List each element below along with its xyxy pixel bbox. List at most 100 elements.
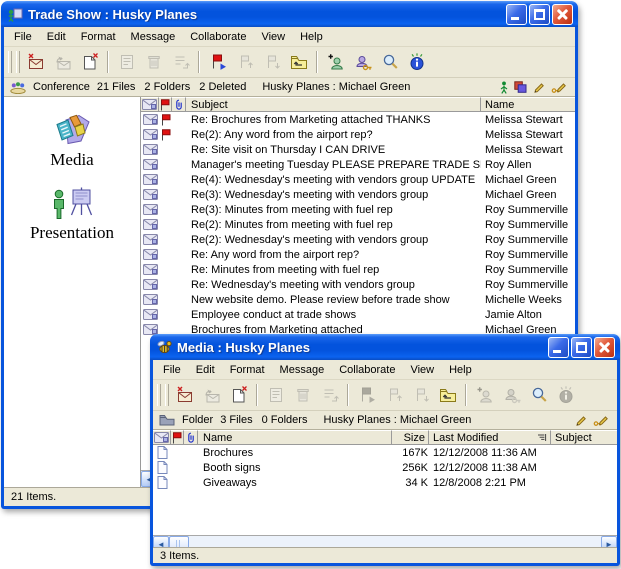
trade-show-titlebar[interactable]: Trade Show : Husky Planes — [1, 1, 578, 27]
close-button[interactable] — [594, 337, 615, 358]
menu-format[interactable]: Format — [223, 362, 273, 378]
menu-message[interactable]: Message — [273, 362, 333, 378]
new-document-button[interactable] — [226, 383, 251, 408]
maximize-button[interactable] — [529, 4, 550, 25]
subject-column-header[interactable]: Subject — [186, 97, 481, 112]
message-sender: Roy Summerville — [481, 249, 575, 261]
close-button[interactable] — [552, 4, 573, 25]
signature-pencil-icon[interactable] — [593, 414, 609, 426]
size-column-header[interactable]: Size — [392, 430, 429, 445]
signature-pencil-icon[interactable] — [551, 81, 567, 93]
info-bar: Conference 21 Files2 Folders2 Deleted Hu… — [4, 78, 575, 97]
count-label: 2 Folders — [144, 81, 190, 93]
media-titlebar[interactable]: Media : Husky Planes — [150, 334, 620, 360]
toolbar — [4, 47, 575, 78]
menu-help[interactable]: Help — [442, 362, 480, 378]
attachment-column-header[interactable] — [172, 97, 186, 112]
message-sender: Melissa Stewart — [481, 129, 575, 141]
search-button[interactable] — [526, 383, 551, 408]
file-row[interactable]: Booth signs256K12/12/2008 11:38 AM — [153, 460, 617, 475]
permissions-button — [499, 383, 524, 408]
menu-edit[interactable]: Edit — [40, 29, 74, 45]
folder-item-media[interactable]: Media — [50, 113, 93, 170]
permissions-button[interactable] — [350, 50, 375, 75]
subject-column-header[interactable]: Subject — [551, 430, 617, 445]
minimize-button[interactable] — [506, 4, 527, 25]
file-row[interactable]: Brochures167K12/12/2008 11:36 AM — [153, 445, 617, 460]
message-row[interactable]: Re(3): Wednesday's meeting with vendors … — [141, 187, 575, 202]
attachment-column-header[interactable] — [184, 430, 198, 445]
message-envelope-icon — [141, 129, 159, 140]
menu-help[interactable]: Help — [293, 29, 331, 45]
summarize-icon — [117, 52, 137, 72]
message-icon-column-header[interactable] — [141, 97, 159, 112]
name-column-header[interactable]: Name — [198, 430, 392, 445]
file-size: 34 K — [392, 477, 429, 489]
info-button[interactable] — [404, 50, 429, 75]
owner-label: Husky Planes : Michael Green — [323, 414, 471, 426]
file-icon-column-header[interactable] — [153, 430, 171, 445]
menu-bar: FileEditFormatMessageCollaborateViewHelp — [153, 360, 617, 380]
list-header: Name Size Last Modified Subject — [153, 430, 617, 445]
message-row[interactable]: Employee conduct at trade showsJamie Alt… — [141, 307, 575, 322]
menu-edit[interactable]: Edit — [189, 362, 223, 378]
parent-folder-icon — [438, 385, 458, 405]
message-row[interactable]: Re: Minutes from meeting with fuel repRo… — [141, 262, 575, 277]
message-row[interactable]: Re(2): Wednesday's meeting with vendors … — [141, 232, 575, 247]
unsubscribe-button — [317, 383, 342, 408]
folder-item-presentation[interactable]: Presentation — [30, 186, 114, 243]
delete-button — [141, 50, 166, 75]
message-row[interactable]: Manager's meeting Tuesday PLEASE PREPARE… — [141, 157, 575, 172]
reject-button — [259, 50, 284, 75]
flag-button[interactable] — [205, 50, 230, 75]
info-bar: Folder 3 Files0 Folders Husky Planes : M… — [153, 411, 617, 430]
search-button[interactable] — [377, 50, 402, 75]
new-message-button[interactable] — [23, 50, 48, 75]
new-document-button[interactable] — [77, 50, 102, 75]
parent-folder-button[interactable] — [286, 50, 311, 75]
item-counts: 21 Files2 Folders2 Deleted — [97, 81, 255, 93]
add-users-button[interactable] — [323, 50, 348, 75]
maximize-button[interactable] — [571, 337, 592, 358]
message-subject: New website demo. Please review before t… — [186, 294, 481, 306]
menu-file[interactable]: File — [156, 362, 189, 378]
pencil-icon[interactable] — [533, 81, 545, 93]
menu-file[interactable]: File — [7, 29, 40, 45]
new-message-button[interactable] — [172, 383, 197, 408]
pencil-icon[interactable] — [575, 414, 587, 426]
menu-view[interactable]: View — [403, 362, 442, 378]
message-row[interactable]: Re(2): Any word from the airport rep?Mel… — [141, 127, 575, 142]
message-row[interactable]: Re: Site visit on Thursday I CAN DRIVEMe… — [141, 142, 575, 157]
message-row[interactable]: Re: Any word from the airport rep?Roy Su… — [141, 247, 575, 262]
menu-view[interactable]: View — [254, 29, 293, 45]
menu-format[interactable]: Format — [74, 29, 124, 45]
minimize-button[interactable] — [548, 337, 569, 358]
message-row[interactable]: Re(4): Wednesday's meeting with vendors … — [141, 172, 575, 187]
count-label: 0 Folders — [262, 414, 308, 426]
menu-collaborate[interactable]: Collaborate — [332, 362, 403, 378]
parent-folder-button[interactable] — [435, 383, 460, 408]
message-row[interactable]: Re(3): Minutes from meeting with fuel re… — [141, 202, 575, 217]
folder-item-label: Presentation — [30, 223, 114, 243]
add-user-icon — [475, 385, 495, 405]
menu-collaborate[interactable]: Collaborate — [183, 29, 254, 45]
last-modified-column-header[interactable]: Last Modified — [429, 430, 551, 445]
message-row[interactable]: Re(2): Minutes from meeting with fuel re… — [141, 217, 575, 232]
message-row[interactable]: New website demo. Please review before t… — [141, 292, 575, 307]
message-envelope-icon — [141, 204, 159, 215]
message-row[interactable]: Re: Wednesday's meeting with vendors gro… — [141, 277, 575, 292]
flag-column-header[interactable] — [171, 430, 184, 445]
summarize-button — [114, 50, 139, 75]
trash-icon — [293, 385, 313, 405]
name-column-header[interactable]: Name — [481, 97, 575, 112]
file-name: Brochures — [198, 447, 392, 459]
reply-icon — [53, 52, 73, 72]
trash-icon — [144, 52, 164, 72]
flag-column-header[interactable] — [159, 97, 172, 112]
file-row[interactable]: Giveaways34 K12/8/2008 2:21 PM — [153, 475, 617, 490]
user-key-icon — [353, 52, 373, 72]
menu-message[interactable]: Message — [124, 29, 184, 45]
menu-bar: FileEditFormatMessageCollaborateViewHelp — [4, 27, 575, 47]
message-row[interactable]: Re: Brochures from Marketing attached TH… — [141, 112, 575, 127]
reply-icon — [202, 385, 222, 405]
